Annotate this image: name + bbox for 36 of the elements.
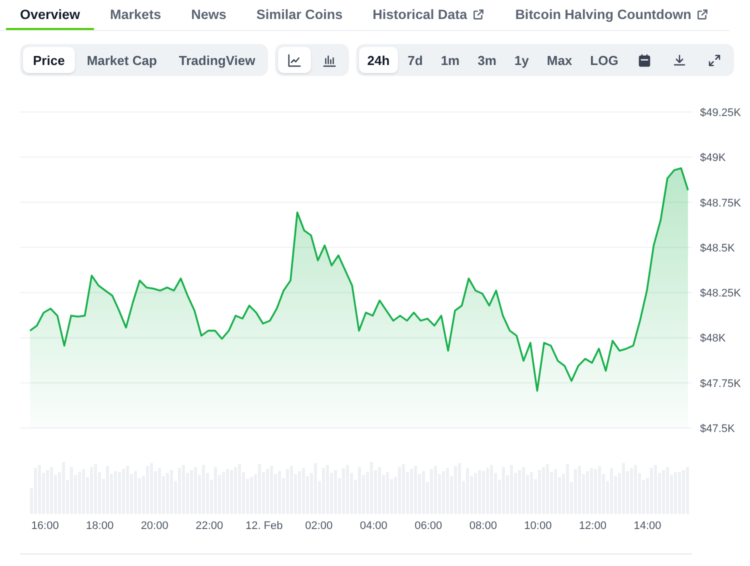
nav-tab[interactable]: Overview xyxy=(6,0,94,30)
range-tab[interactable]: Max xyxy=(538,47,580,73)
nav-tab[interactable]: Bitcoin Halving Countdown xyxy=(501,0,724,30)
x-axis-label: 10:00 xyxy=(524,520,552,532)
y-axis-label: $47.75K xyxy=(700,378,741,390)
x-axis-label: 12:00 xyxy=(578,520,606,532)
x-axis-label: 02:00 xyxy=(305,520,333,532)
x-axis-label: 12. Feb xyxy=(245,520,283,532)
x-axis-label: 16:00 xyxy=(31,520,59,532)
view-tab[interactable]: TradingView xyxy=(168,47,266,73)
y-axis-label: $49.25K xyxy=(700,107,741,119)
y-axis-label: $48.5K xyxy=(700,242,735,254)
x-axis-label: 22:00 xyxy=(196,520,224,532)
nav-tab[interactable]: News xyxy=(177,0,240,30)
view-tab[interactable]: Market Cap xyxy=(76,47,167,73)
range-tab[interactable]: LOG xyxy=(582,47,626,73)
x-axis-label: 08:00 xyxy=(469,520,497,532)
y-axis-label: $48K xyxy=(700,332,726,345)
range-tab[interactable]: 7d xyxy=(400,47,431,73)
x-axis-label: 14:00 xyxy=(634,520,662,532)
nav-tab[interactable]: Similar Coins xyxy=(242,0,357,30)
range-tab[interactable]: 3m xyxy=(470,47,504,73)
y-axis-label: $47.5K xyxy=(700,423,735,435)
x-axis-label: 06:00 xyxy=(414,520,442,532)
view-tab[interactable]: Price xyxy=(23,47,75,73)
range-tab[interactable]: 1y xyxy=(506,47,537,73)
nav-tab[interactable]: Historical Data xyxy=(358,0,500,30)
y-axis-label: $48.25K xyxy=(700,288,741,300)
x-axis-label: 04:00 xyxy=(360,520,388,532)
x-axis-label: 18:00 xyxy=(86,520,114,532)
range-tab[interactable]: 1m xyxy=(432,47,468,73)
range-tab[interactable]: 24h xyxy=(359,47,398,73)
y-axis-label: $48.75K xyxy=(700,197,741,210)
x-axis-label: 20:00 xyxy=(140,520,168,532)
nav-tab[interactable]: Markets xyxy=(96,0,176,30)
y-axis-label: $49K xyxy=(700,152,726,164)
